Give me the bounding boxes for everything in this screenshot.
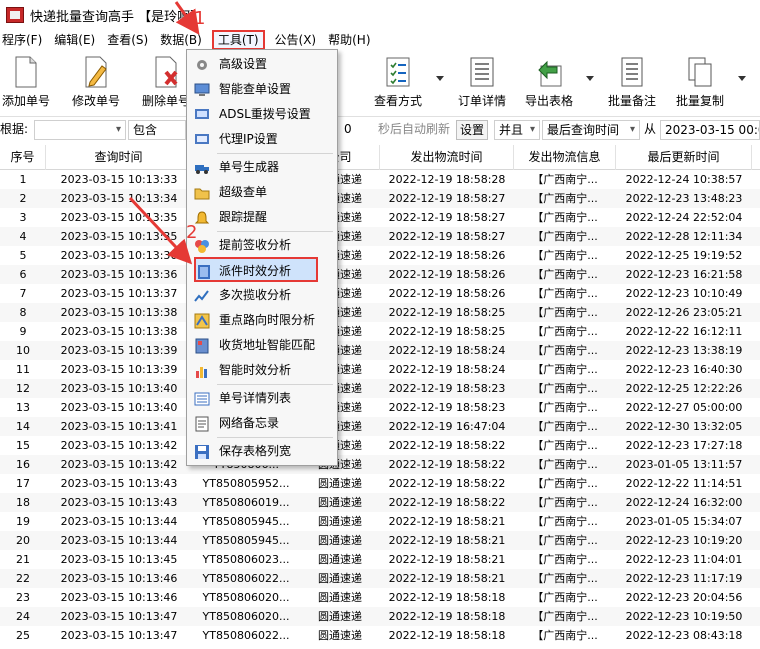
annotation-arrow-1 [174, 1, 200, 35]
annotation-step-2: 2 [186, 222, 198, 243]
annotation-step-1: 1 [194, 8, 206, 29]
annotation-arrow-2 [128, 196, 193, 265]
annotation-layer [128, 1, 200, 265]
